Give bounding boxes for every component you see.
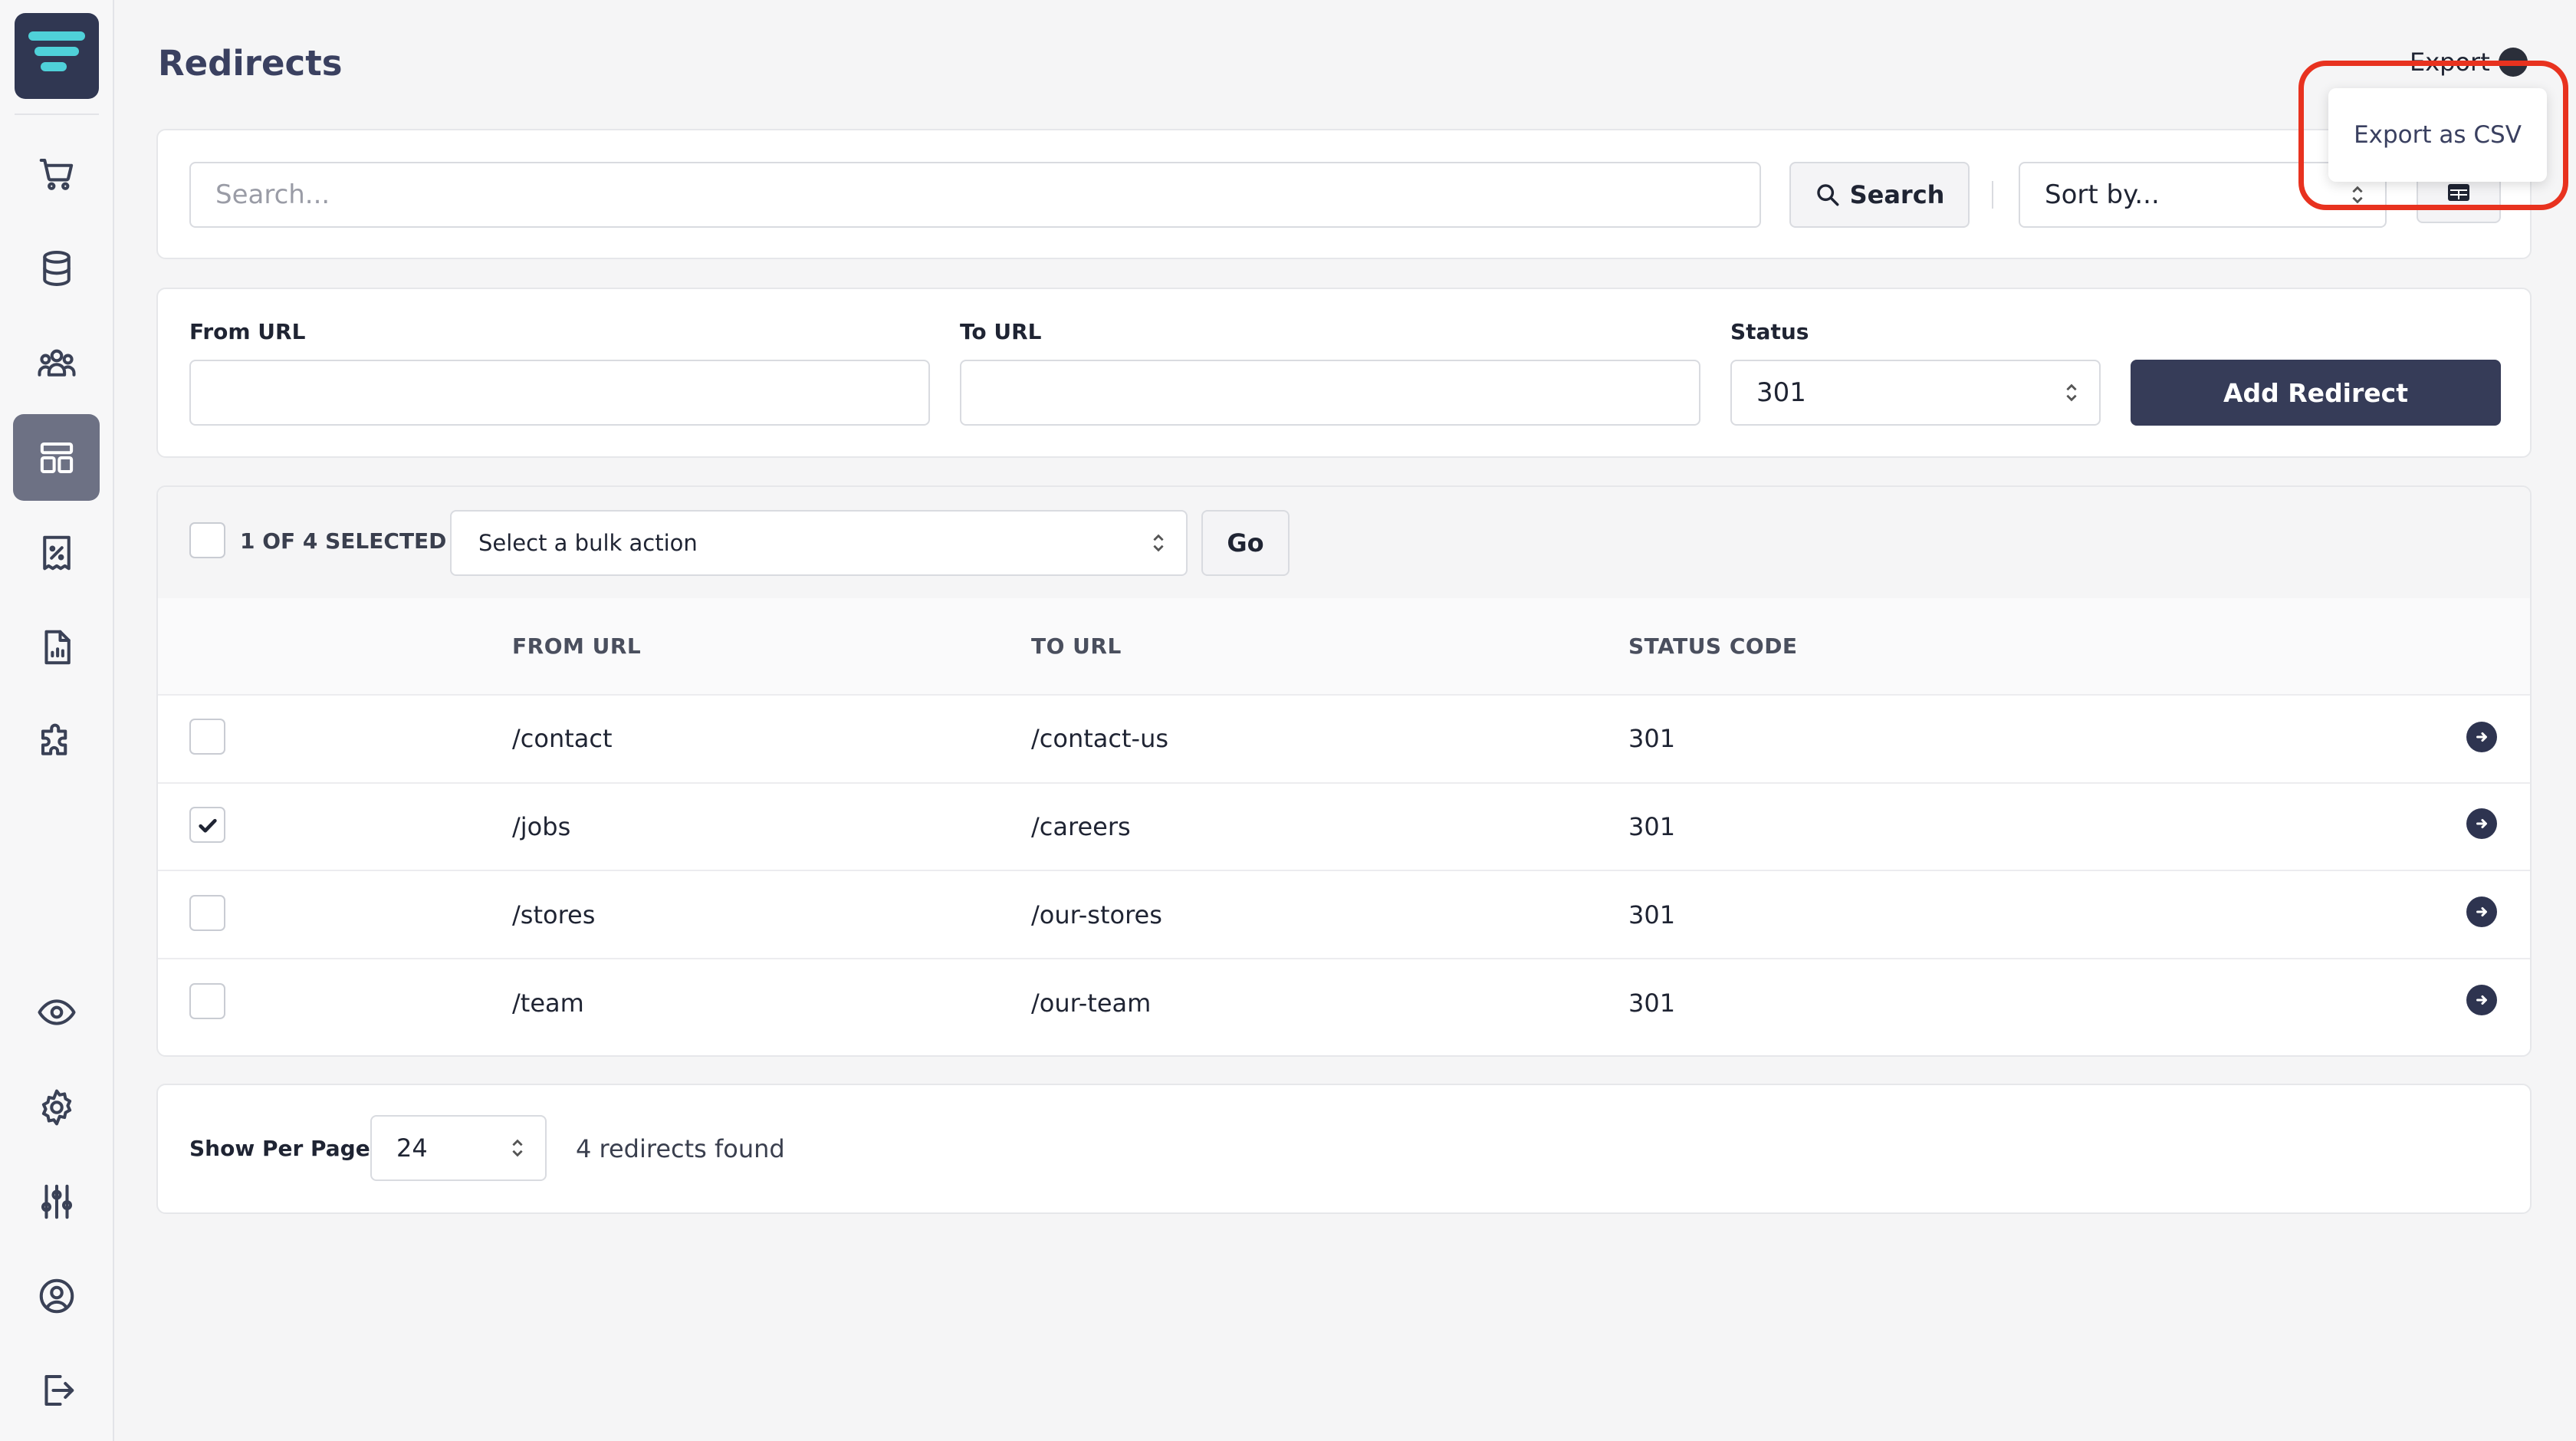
page-title: Redirects bbox=[158, 43, 343, 84]
select-all-checkbox[interactable] bbox=[189, 522, 225, 558]
nav-customers[interactable] bbox=[13, 319, 100, 406]
layout-icon bbox=[40, 442, 73, 473]
column-header-from[interactable]: FROM URL bbox=[512, 633, 641, 659]
to-url-label: To URL bbox=[960, 319, 1042, 344]
row-open-arrow-icon[interactable] bbox=[2466, 722, 2497, 752]
row-status: 301 bbox=[1628, 989, 1676, 1018]
divider bbox=[158, 694, 2530, 696]
select-arrows-icon bbox=[512, 1139, 523, 1157]
nav-settings[interactable] bbox=[13, 1064, 100, 1150]
puzzle-icon bbox=[41, 723, 67, 755]
column-header-to[interactable]: TO URL bbox=[1031, 633, 1122, 659]
select-arrows-icon bbox=[2066, 383, 2077, 402]
sidebar bbox=[0, 0, 114, 1441]
row-status: 301 bbox=[1628, 724, 1676, 753]
add-redirect-button[interactable]: Add Redirect bbox=[2131, 360, 2501, 426]
row-open-arrow-icon[interactable] bbox=[2466, 808, 2497, 839]
result-count: 4 redirects found bbox=[576, 1134, 785, 1163]
from-url-input[interactable] bbox=[189, 360, 930, 426]
status-select[interactable]: 301 bbox=[1730, 360, 2101, 426]
nav-preview[interactable] bbox=[13, 969, 100, 1055]
row-checkbox[interactable] bbox=[189, 895, 225, 931]
row-open-arrow-icon[interactable] bbox=[2466, 897, 2497, 927]
row-from-url: /team bbox=[512, 989, 584, 1018]
search-icon bbox=[1816, 184, 1839, 206]
database-icon bbox=[42, 250, 71, 286]
cart-icon bbox=[39, 158, 73, 190]
receipt-percent-icon bbox=[42, 535, 71, 570]
toolbar-divider bbox=[1992, 181, 1993, 209]
app-logo[interactable] bbox=[15, 13, 99, 99]
row-to-url: /our-stores bbox=[1031, 900, 1162, 929]
nav-orders[interactable] bbox=[13, 130, 100, 217]
logout-icon bbox=[44, 1374, 74, 1406]
nav-content[interactable] bbox=[13, 414, 100, 501]
to-url-input[interactable] bbox=[960, 360, 1700, 426]
nav-reports[interactable] bbox=[13, 604, 100, 690]
nav-extensions[interactable] bbox=[13, 698, 100, 785]
row-from-url: /jobs bbox=[512, 812, 571, 841]
highlight-annotation bbox=[2298, 61, 2568, 210]
nav-preferences[interactable] bbox=[13, 1158, 100, 1245]
status-label: Status bbox=[1730, 319, 1809, 344]
sidebar-divider bbox=[15, 114, 99, 115]
nav-logout[interactable] bbox=[13, 1347, 100, 1433]
row-checkbox[interactable] bbox=[189, 983, 225, 1019]
status-select-value: 301 bbox=[1756, 377, 1806, 408]
search-button[interactable]: Search bbox=[1789, 162, 1970, 228]
report-icon bbox=[44, 630, 71, 664]
row-status: 301 bbox=[1628, 812, 1676, 841]
gear-icon bbox=[41, 1089, 71, 1125]
eye-icon bbox=[37, 999, 76, 1025]
user-circle-icon bbox=[39, 1278, 74, 1313]
row-to-url: /careers bbox=[1031, 812, 1131, 841]
row-status: 301 bbox=[1628, 900, 1676, 929]
select-arrows-icon bbox=[1153, 534, 1164, 552]
row-from-url: /stores bbox=[512, 900, 596, 929]
divider bbox=[158, 782, 2530, 784]
users-icon bbox=[37, 349, 76, 377]
nav-account[interactable] bbox=[13, 1252, 100, 1339]
sliders-icon bbox=[41, 1184, 72, 1219]
selection-count: 1 OF 4 SELECTED bbox=[240, 528, 447, 554]
search-button-label: Search bbox=[1849, 180, 1945, 209]
bulk-action-select[interactable]: Select a bulk action bbox=[450, 510, 1188, 576]
bulk-action-label: Select a bulk action bbox=[478, 530, 698, 556]
from-url-label: From URL bbox=[189, 319, 306, 344]
sort-select-label: Sort by... bbox=[2045, 179, 2160, 210]
row-checkbox[interactable] bbox=[189, 807, 225, 843]
per-page-label: Show Per Page bbox=[189, 1136, 370, 1161]
checkmark-icon bbox=[198, 818, 217, 833]
per-page-select[interactable]: 24 bbox=[370, 1115, 547, 1181]
row-open-arrow-icon[interactable] bbox=[2466, 985, 2497, 1015]
search-input[interactable]: Search... bbox=[189, 162, 1761, 228]
nav-catalog[interactable] bbox=[13, 225, 100, 311]
row-to-url: /contact-us bbox=[1031, 724, 1169, 753]
nav-discounts[interactable] bbox=[13, 509, 100, 596]
per-page-value: 24 bbox=[396, 1133, 428, 1163]
divider bbox=[158, 958, 2530, 959]
row-to-url: /our-team bbox=[1031, 989, 1152, 1018]
row-from-url: /contact bbox=[512, 724, 613, 753]
row-checkbox[interactable] bbox=[189, 719, 225, 755]
column-header-status[interactable]: STATUS CODE bbox=[1628, 633, 1798, 659]
divider bbox=[158, 870, 2530, 871]
bulk-go-button[interactable]: Go bbox=[1201, 510, 1290, 576]
